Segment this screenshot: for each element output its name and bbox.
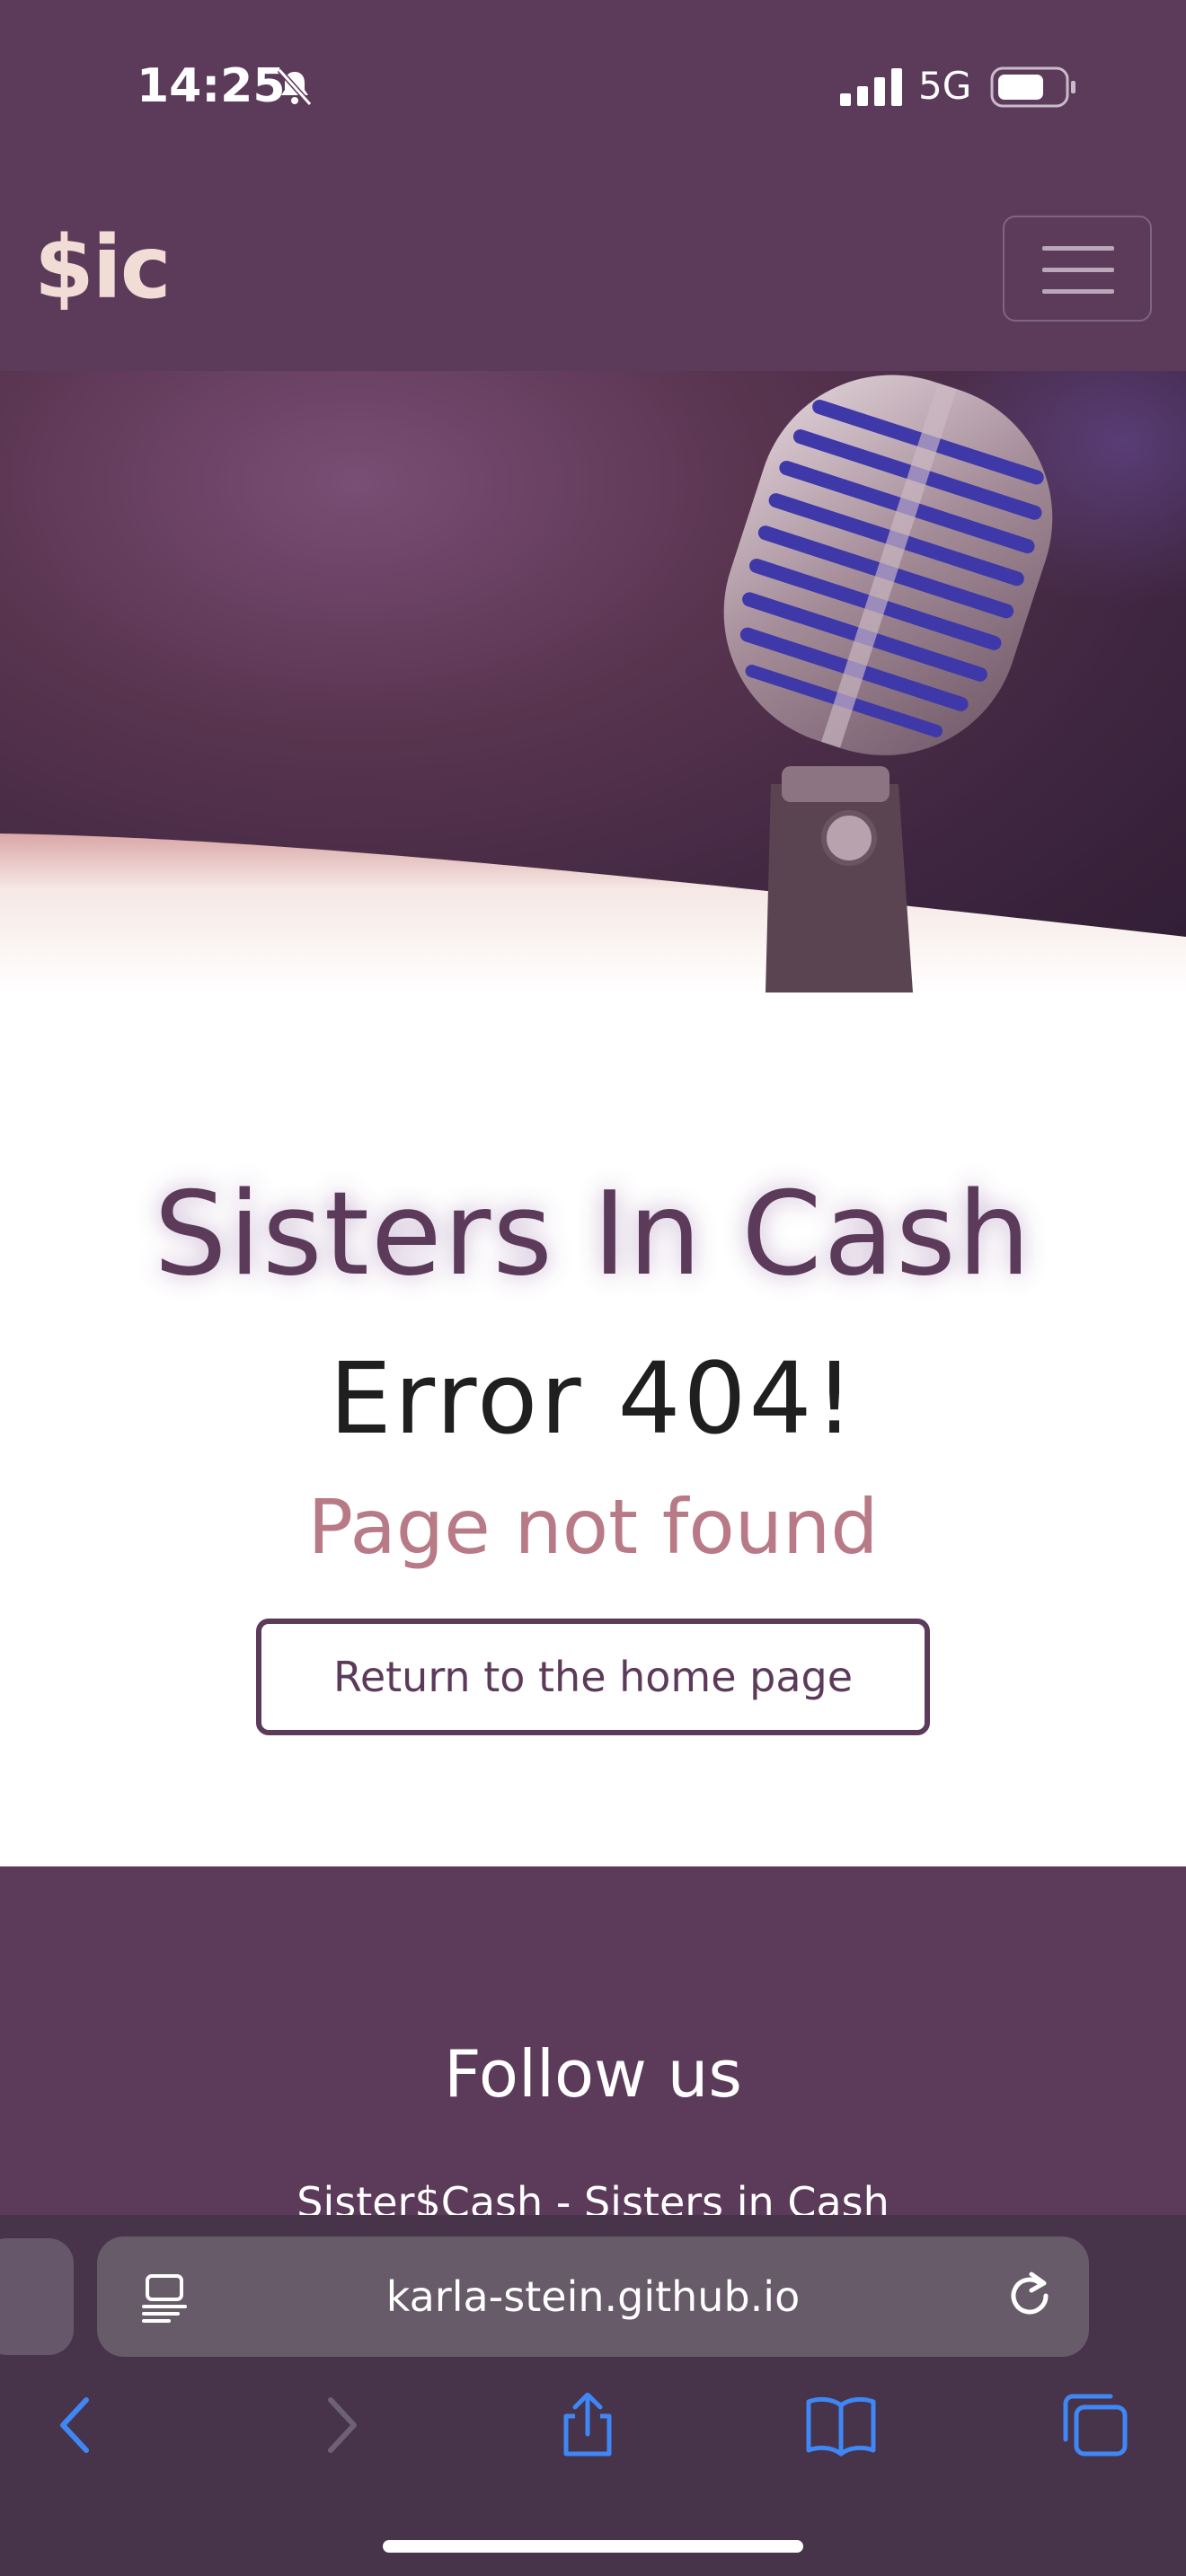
previous-tab-preview[interactable] bbox=[0, 2238, 74, 2355]
share-icon[interactable] bbox=[552, 2393, 624, 2457]
brand-logo[interactable]: $ic bbox=[34, 214, 172, 322]
hamburger-icon bbox=[1042, 289, 1114, 294]
bookmarks-book-icon[interactable] bbox=[805, 2393, 877, 2457]
network-type: 5G bbox=[918, 64, 972, 108]
status-time: 14:25 bbox=[137, 59, 286, 113]
forward-chevron-icon[interactable] bbox=[302, 2393, 374, 2457]
battery-icon bbox=[990, 66, 1075, 108]
tabs-icon[interactable] bbox=[1058, 2393, 1130, 2457]
reload-icon[interactable] bbox=[1005, 2269, 1057, 2323]
site-title: Sisters In Cash bbox=[154, 1168, 1032, 1301]
back-chevron-icon[interactable] bbox=[43, 2393, 115, 2457]
return-home-button[interactable]: Return to the home page bbox=[256, 1619, 930, 1735]
url-text[interactable]: karla-stein.github.io bbox=[97, 2236, 1089, 2357]
cellular-signal-icon bbox=[840, 68, 902, 106]
error-heading: Error 404! bbox=[329, 1341, 857, 1456]
error-subheading: Page not found bbox=[307, 1483, 879, 1571]
hamburger-icon bbox=[1042, 246, 1114, 251]
footer-heading: Follow us bbox=[444, 2036, 742, 2112]
hamburger-icon bbox=[1042, 268, 1114, 272]
silent-bell-icon bbox=[277, 67, 313, 107]
navbar-menu-toggle-button[interactable] bbox=[1003, 216, 1152, 322]
home-indicator bbox=[383, 2540, 803, 2553]
hero-microphone-image bbox=[0, 371, 1186, 992]
